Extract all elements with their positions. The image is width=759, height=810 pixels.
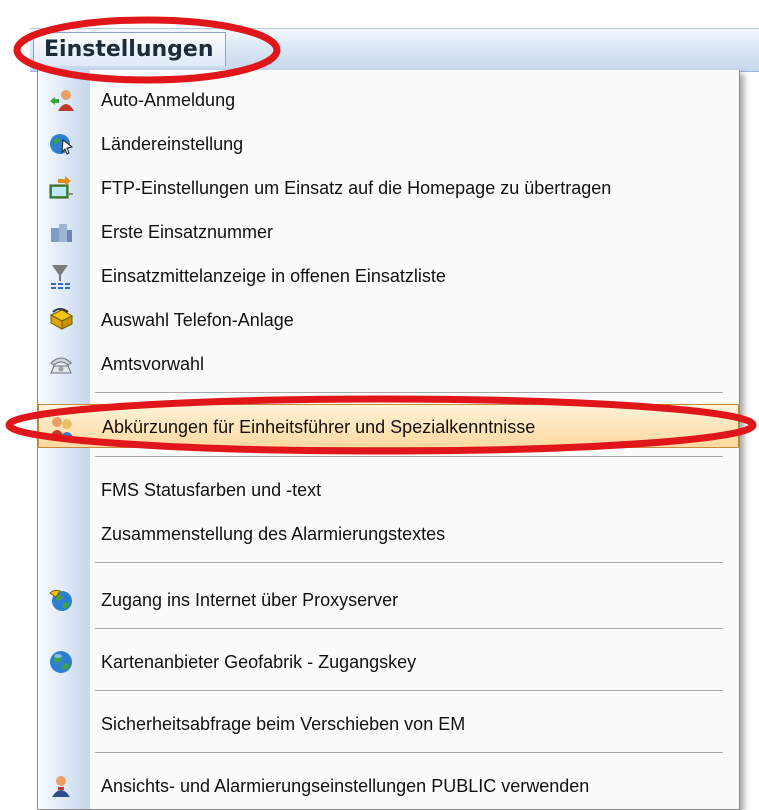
menu-item-label: Amtsvorwahl: [101, 354, 205, 374]
menu-item-kartenanbieter[interactable]: Kartenanbieter Geofabrik - Zugangskey: [38, 640, 739, 684]
menu-item-label: Erste Einsatznummer: [101, 222, 274, 242]
menu-item-erste-einsatznummer[interactable]: Erste Einsatznummer: [38, 210, 739, 254]
menu-einstellungen[interactable]: Einstellungen: [33, 32, 226, 66]
menu-item-proxyserver[interactable]: Zugang ins Internet über Proxyserver: [38, 578, 739, 622]
menu-item-fms-statusfarben[interactable]: FMS Statusfarben und -text: [38, 468, 739, 512]
globe-icon: [50, 651, 72, 673]
menu-item-label: FTP-Einstellungen um Einsatz auf die Hom…: [101, 178, 612, 198]
internet-proxy-icon: [49, 589, 72, 611]
menu-separator: [95, 628, 723, 630]
phone-system-icon: [49, 308, 74, 330]
dropdown-menu: Auto-Anmeldung Ländereinstellung FTP-Ein…: [37, 70, 740, 810]
menu-item-label: Ländereinstellung: [101, 134, 244, 154]
globe-cursor-icon: [50, 134, 74, 155]
menu-item-public-einstellungen[interactable]: Ansichts- und Alarmierungseinstellungen …: [38, 764, 739, 808]
menu-item-ftp-einstellungen[interactable]: FTP-Einstellungen um Einsatz auf die Hom…: [38, 166, 739, 210]
menu-item-label: Kartenanbieter Geofabrik - Zugangskey: [101, 652, 417, 672]
telephone-icon: [50, 357, 72, 374]
menu-item-label: Auto-Anmeldung: [101, 90, 236, 110]
menu-item-auto-anmeldung[interactable]: Auto-Anmeldung: [38, 78, 739, 122]
menu-item-label: Einsatzmittelanzeige in offenen Einsatzl…: [101, 266, 446, 286]
menu-item-label: Auswahl Telefon-Anlage: [101, 310, 294, 330]
menu-item-abkuerzungen[interactable]: Abkürzungen für Einheitsführer und Spezi…: [38, 404, 739, 448]
user-login-icon: [50, 90, 74, 111]
menu-item-amtsvorwahl[interactable]: Amtsvorwahl: [38, 342, 739, 386]
menu-item-label: Sicherheitsabfrage beim Verschieben von …: [101, 714, 466, 734]
numbers-icon: [51, 224, 72, 242]
menu-separator: [95, 752, 723, 754]
filter-icon: [51, 265, 70, 289]
menu-separator: [95, 690, 723, 692]
public-user-icon: [52, 776, 70, 797]
menu-separator: [95, 456, 723, 458]
menu-item-label: FMS Statusfarben und -text: [101, 480, 322, 500]
menu-item-label: Zugang ins Internet über Proxyserver: [101, 590, 399, 610]
menu-item-label: Ansichts- und Alarmierungseinstellungen …: [101, 776, 590, 796]
menu-item-laendereinstellung[interactable]: Ländereinstellung: [38, 122, 739, 166]
menu-separator: [95, 562, 723, 564]
users-icon: [50, 417, 74, 438]
ftp-upload-icon: [49, 176, 73, 199]
menu-item-sicherheitsabfrage[interactable]: Sicherheitsabfrage beim Verschieben von …: [38, 702, 739, 746]
menu-item-label: Zusammenstellung des Alarmierungstextes: [101, 524, 446, 544]
menu-item-einsatzmittelanzeige[interactable]: Einsatzmittelanzeige in offenen Einsatzl…: [38, 254, 739, 298]
menu-separator: [95, 392, 723, 394]
menu-item-auswahl-telefon-anlage[interactable]: Auswahl Telefon-Anlage: [38, 298, 739, 342]
menu-item-alarmierungstext[interactable]: Zusammenstellung des Alarmierungstextes: [38, 512, 739, 556]
menu-item-label: Abkürzungen für Einheitsführer und Spezi…: [102, 417, 536, 437]
